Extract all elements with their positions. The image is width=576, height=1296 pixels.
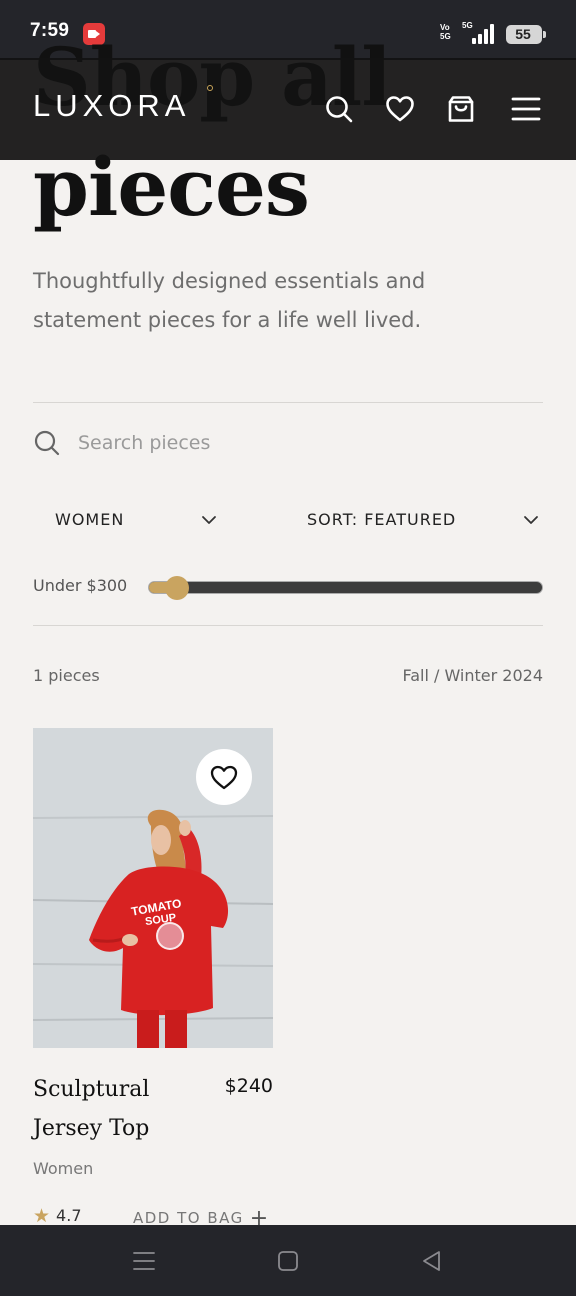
signal-icon: [472, 24, 498, 44]
price-filter-label: Under $300: [33, 576, 128, 595]
sort-select-value: SORT: FEATURED: [307, 510, 457, 529]
add-to-wishlist-button[interactable]: [196, 749, 252, 805]
category-select[interactable]: WOMEN: [33, 500, 233, 540]
heart-outline-icon: [210, 765, 238, 790]
volte-indicator: Vo 5G: [440, 23, 451, 41]
category-select-value: WOMEN: [55, 510, 125, 529]
bag-icon[interactable]: [446, 94, 476, 124]
app-header: LUXORA: [0, 58, 576, 160]
collection-season: Fall / Winter 2024: [402, 666, 543, 685]
home-icon[interactable]: [276, 1249, 300, 1273]
touch-indicator: [156, 922, 184, 950]
divider: [33, 625, 543, 626]
price-slider-handle[interactable]: [165, 576, 189, 600]
brand-logo[interactable]: LUXORA: [33, 88, 190, 124]
results-count: 1 pieces: [33, 666, 100, 685]
chevron-down-icon: [523, 512, 539, 528]
search-icon[interactable]: [324, 94, 354, 124]
search-input[interactable]: [78, 425, 498, 461]
menu-icon[interactable]: [511, 94, 541, 124]
battery-icon: 55: [506, 25, 546, 44]
back-icon[interactable]: [420, 1249, 444, 1273]
sort-select[interactable]: SORT: FEATURED: [300, 500, 543, 540]
product-price: $240: [224, 1075, 273, 1097]
price-slider[interactable]: [148, 576, 543, 600]
product-image[interactable]: TOMATO SOUP: [33, 728, 273, 1048]
system-nav-bar: [0, 1225, 576, 1296]
battery-level: 55: [515, 26, 531, 42]
registered-mark: [207, 85, 213, 91]
star-icon: ★: [33, 1205, 51, 1227]
page-subtitle: Thoughtfully designed essentials and sta…: [33, 269, 426, 332]
product-rating-value: 4.7: [56, 1206, 82, 1225]
chevron-down-icon: [201, 512, 217, 528]
product-card[interactable]: TOMATO SOUP Sculptural Jersey Top $240 W…: [33, 728, 273, 1231]
product-category: Women: [33, 1159, 94, 1178]
divider: [33, 402, 543, 403]
search-field-icon: [33, 429, 61, 457]
search-bar: [33, 420, 543, 466]
heart-icon[interactable]: [385, 94, 415, 124]
product-name[interactable]: Sculptural Jersey Top: [33, 1070, 203, 1148]
product-rating: ★ 4.7: [33, 1205, 82, 1227]
recent-apps-icon[interactable]: [132, 1249, 156, 1273]
